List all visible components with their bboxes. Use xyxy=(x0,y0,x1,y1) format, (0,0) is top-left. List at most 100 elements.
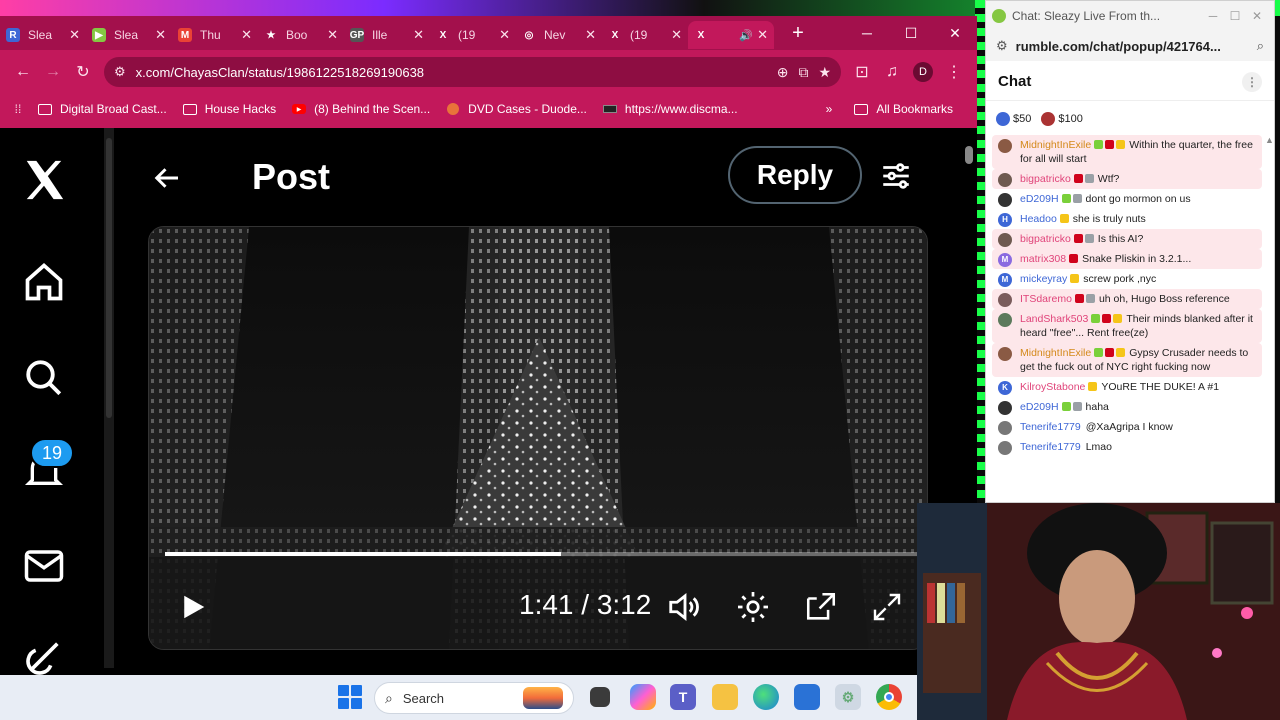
avatar[interactable]: M xyxy=(998,253,1012,267)
play-icon[interactable] xyxy=(173,587,213,627)
avatar[interactable] xyxy=(998,401,1012,415)
site-info-icon[interactable]: ⚙ xyxy=(114,64,126,80)
apps-grid-icon[interactable]: ⁞⁞ xyxy=(8,94,28,124)
forward-icon[interactable]: → xyxy=(38,57,68,87)
install-app-icon[interactable]: ⧉ xyxy=(798,64,808,81)
avatar[interactable] xyxy=(998,293,1012,307)
minimize-button[interactable]: ─ xyxy=(845,16,889,50)
avatar[interactable]: H xyxy=(998,213,1012,227)
avatar[interactable] xyxy=(998,347,1012,361)
chat-username[interactable]: ITSdaremo xyxy=(1020,293,1072,305)
windows-start-icon[interactable] xyxy=(338,685,362,709)
volume-icon[interactable] xyxy=(663,585,707,629)
bookmark-item[interactable]: House Hacks xyxy=(182,102,276,116)
bookmark-item[interactable]: https://www.discma... xyxy=(602,102,738,116)
media-controls-icon[interactable]: ♫ xyxy=(877,57,907,87)
tab-close-icon[interactable]: ✕ xyxy=(327,27,338,43)
chat-username[interactable]: KilroyStabone xyxy=(1020,381,1085,393)
avatar[interactable] xyxy=(998,313,1012,327)
chat-username[interactable]: bigpatricko xyxy=(1020,173,1071,185)
tab-close-icon[interactable]: ✕ xyxy=(155,27,166,43)
x-logo-icon[interactable] xyxy=(20,156,68,204)
tab-close-icon[interactable]: ✕ xyxy=(69,27,80,43)
browser-tab[interactable]: ▶ Slea ✕ xyxy=(86,21,172,49)
grok-icon[interactable] xyxy=(20,633,68,675)
bookmark-item[interactable]: DVD Cases - Duode... xyxy=(446,102,587,116)
browser-tab[interactable]: M Thu ✕ xyxy=(172,21,258,49)
bookmark-item[interactable]: ▶ (8) Behind the Scen... xyxy=(292,102,430,116)
bookmark-item[interactable]: Digital Broad Cast... xyxy=(38,102,167,116)
tab-close-icon[interactable]: ✕ xyxy=(671,27,682,43)
site-info-icon[interactable]: ⚙ xyxy=(996,38,1008,54)
home-icon[interactable] xyxy=(20,258,68,306)
settings-sliders-icon[interactable] xyxy=(876,156,916,196)
chat-message-list[interactable]: MidnightInExile Within the quarter, the f… xyxy=(992,135,1262,499)
copilot-icon[interactable] xyxy=(630,684,656,710)
store-icon[interactable] xyxy=(794,684,820,710)
address-bar[interactable]: ⚙ x.com/ChayasClan/status/19861225182691… xyxy=(104,57,841,87)
app-icon[interactable]: ⚙ xyxy=(835,684,861,710)
close-window-button[interactable]: ✕ xyxy=(933,16,977,50)
maximize-button[interactable]: ☐ xyxy=(1224,9,1246,23)
reload-icon[interactable]: ↻ xyxy=(68,57,98,87)
chat-username[interactable]: bigpatricko xyxy=(1020,233,1071,245)
browser-tab[interactable]: GP Ille ✕ xyxy=(344,21,430,49)
search-icon[interactable] xyxy=(20,354,68,402)
bookmark-star-icon[interactable]: ★ xyxy=(818,64,831,81)
browser-tab[interactable]: R Slea ✕ xyxy=(0,21,86,49)
taskbar-search-box[interactable]: ⌕ Search xyxy=(374,682,574,714)
browser-tab[interactable]: X (19 ✕ xyxy=(602,21,688,49)
chat-username[interactable]: MidnightInExile xyxy=(1020,139,1091,151)
messages-mail-icon[interactable] xyxy=(20,542,68,590)
tab-close-icon[interactable]: ✕ xyxy=(585,27,596,43)
chat-username[interactable]: mickeyray xyxy=(1020,273,1067,285)
teams-icon[interactable]: T xyxy=(670,684,696,710)
lens-icon[interactable]: ⊡ xyxy=(847,57,877,87)
maximize-button[interactable]: ☐ xyxy=(889,16,933,50)
browser-tab[interactable]: X 🔊 ✕ xyxy=(688,21,774,49)
new-tab-button[interactable]: + xyxy=(786,22,810,45)
rant-chip[interactable]: $50 xyxy=(996,112,1031,126)
browser-tab[interactable]: ◎ Nev ✕ xyxy=(516,21,602,49)
back-arrow-icon[interactable] xyxy=(148,158,188,198)
avatar[interactable] xyxy=(998,193,1012,207)
avatar[interactable] xyxy=(998,173,1012,187)
chat-scrollbar[interactable]: ▲ xyxy=(1265,135,1274,495)
reply-button[interactable]: Reply xyxy=(728,146,862,204)
chat-username[interactable]: Tenerife1779 xyxy=(1020,441,1081,453)
file-explorer-icon[interactable] xyxy=(712,684,738,710)
tab-close-icon[interactable]: ✕ xyxy=(499,27,510,43)
tab-audio-icon[interactable]: 🔊 xyxy=(739,29,753,42)
edge-icon[interactable] xyxy=(753,684,779,710)
chat-options-icon[interactable]: ⋮ xyxy=(1242,71,1262,92)
zoom-icon[interactable]: ⌕ xyxy=(1257,38,1264,54)
rant-chip[interactable]: $100 xyxy=(1041,112,1083,126)
tab-close-icon[interactable]: ✕ xyxy=(757,27,768,43)
tab-close-icon[interactable]: ✕ xyxy=(241,27,252,43)
browser-tab[interactable]: ★ Boo ✕ xyxy=(258,21,344,49)
tab-close-icon[interactable]: ✕ xyxy=(413,27,424,43)
video-player[interactable]: 1:41 / 3:12 xyxy=(148,226,928,650)
chat-username[interactable]: Headoo xyxy=(1020,213,1057,225)
avatar[interactable] xyxy=(998,233,1012,247)
back-icon[interactable]: ← xyxy=(8,57,38,87)
avatar[interactable]: K xyxy=(998,381,1012,395)
task-view-icon[interactable] xyxy=(590,687,610,707)
fullscreen-icon[interactable] xyxy=(865,585,909,629)
minimize-button[interactable]: ─ xyxy=(1202,9,1224,23)
picture-in-picture-icon[interactable] xyxy=(799,585,843,629)
avatar[interactable]: M xyxy=(998,273,1012,287)
chat-username[interactable]: Tenerife1779 xyxy=(1020,421,1081,433)
browser-tab[interactable]: X (19 ✕ xyxy=(430,21,516,49)
zoom-icon[interactable]: ⊕ xyxy=(777,64,789,81)
video-progress-bar[interactable] xyxy=(165,552,917,556)
avatar[interactable] xyxy=(998,441,1012,455)
menu-kebab-icon[interactable]: ⋮ xyxy=(939,57,969,87)
avatar[interactable] xyxy=(998,421,1012,435)
close-window-button[interactable]: ✕ xyxy=(1246,9,1268,23)
chat-username[interactable]: eD209H xyxy=(1020,193,1059,205)
avatar[interactable] xyxy=(998,139,1012,153)
sidebar-scrollbar[interactable] xyxy=(104,128,114,668)
chat-username[interactable]: eD209H xyxy=(1020,401,1059,413)
chat-username[interactable]: LandShark503 xyxy=(1020,313,1088,325)
